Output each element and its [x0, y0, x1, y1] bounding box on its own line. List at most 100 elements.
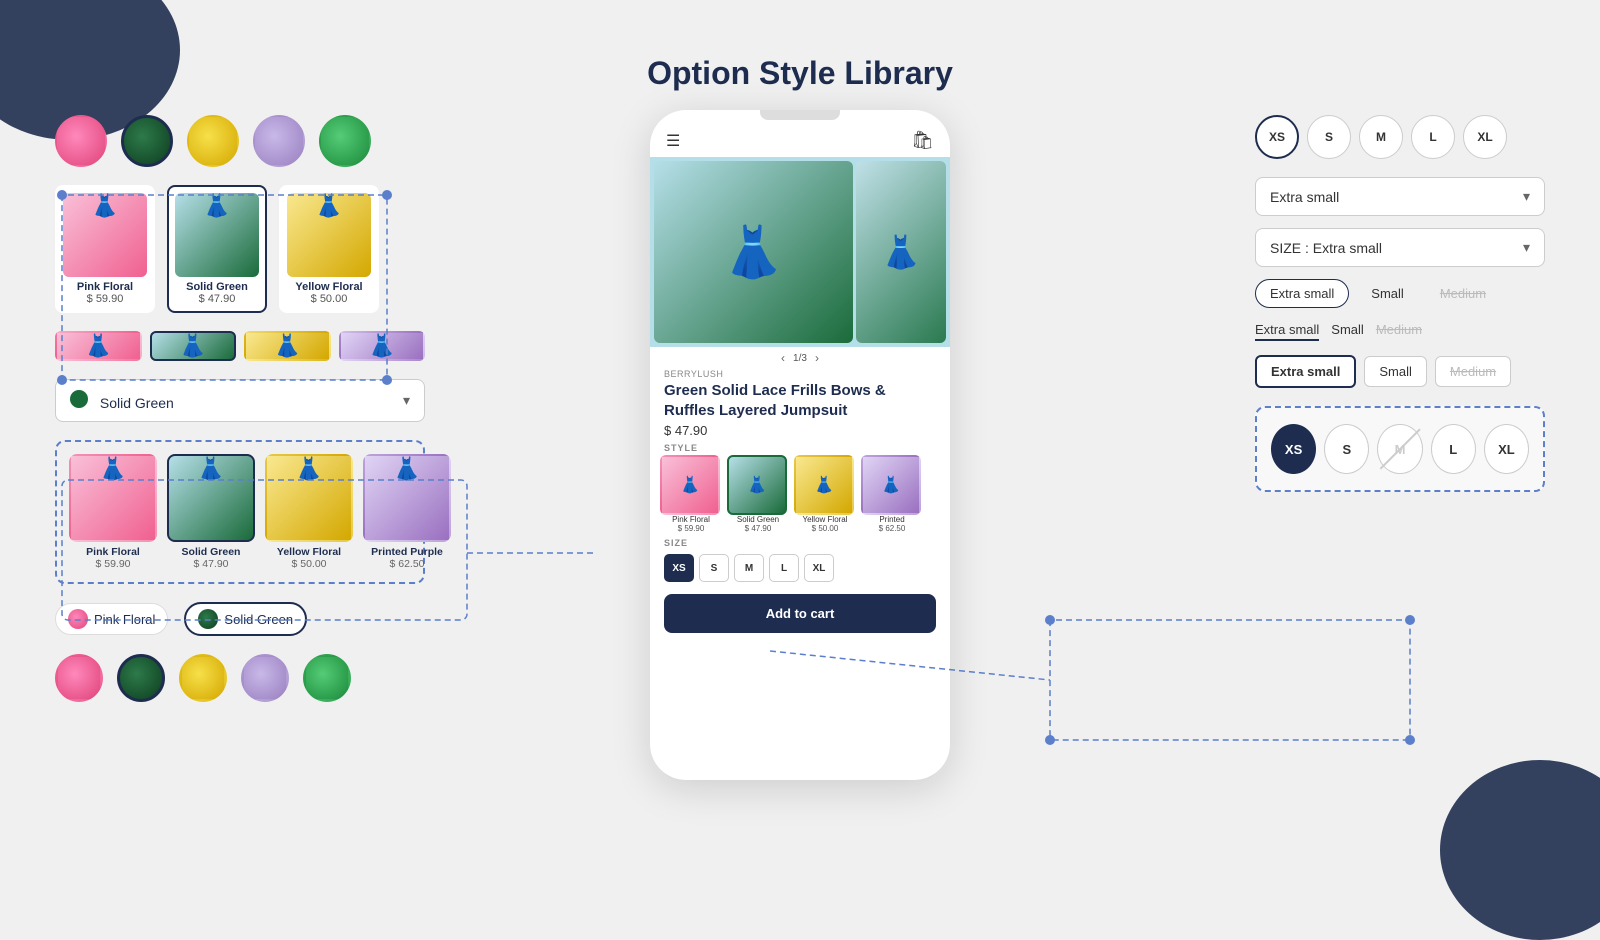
- size-box-row: Extra small Small Medium: [1255, 355, 1545, 388]
- product-card-pink[interactable]: 👗 Pink Floral $ 59.90: [55, 185, 155, 313]
- product-card-label-green: Solid Green: [175, 281, 259, 293]
- color-dot-pink[interactable]: [55, 115, 107, 167]
- left-panel: 👗 Pink Floral $ 59.90 👗 Solid Green $ 47…: [55, 115, 425, 702]
- style-card-price-yellow: $ 50.00: [265, 558, 353, 570]
- phone-pagination: ‹ 1/3 ›: [650, 347, 950, 367]
- bottom-dot-green[interactable]: [303, 654, 351, 702]
- hamburger-icon[interactable]: ☰: [666, 131, 680, 151]
- phone-style-img-green: 👗: [727, 455, 787, 515]
- size-dropdown-1[interactable]: Extra small ▾: [1255, 177, 1545, 216]
- size-text-row-1: Extra small Small Medium: [1255, 279, 1545, 308]
- add-to-cart-button[interactable]: Add to cart: [664, 594, 936, 633]
- phone-size-m[interactable]: M: [734, 554, 764, 582]
- big-circle-xs[interactable]: XS: [1271, 424, 1316, 474]
- color-dot-green[interactable]: [319, 115, 371, 167]
- dropdown-label: Solid Green: [100, 395, 174, 411]
- size-text-small-1[interactable]: Small: [1357, 280, 1418, 307]
- style-card-label-lavender: Printed Purple: [363, 546, 451, 558]
- right-dashed-box: XS S M L XL: [1255, 406, 1545, 492]
- product-card-img-green: 👗: [175, 193, 259, 277]
- big-circle-l[interactable]: L: [1431, 424, 1476, 474]
- phone-style-label: STYLE: [650, 438, 950, 455]
- bottom-dot-pink[interactable]: [55, 654, 103, 702]
- product-card-price-green: $ 47.90: [175, 293, 259, 305]
- dropdown-content: Solid Green: [70, 390, 174, 411]
- style-card-price-lavender: $ 62.50: [363, 558, 451, 570]
- dropdown-dot: [70, 390, 88, 408]
- size-box-small[interactable]: Small: [1364, 356, 1427, 387]
- size-circles-row: XS S M L XL: [1255, 115, 1545, 159]
- color-label-dot-green: [198, 609, 218, 629]
- cart-icon[interactable]: 🛍: [911, 130, 934, 151]
- style-card-label-pink: Pink Floral: [69, 546, 157, 558]
- color-dot-darkgreen[interactable]: [121, 115, 173, 167]
- style-card-pink[interactable]: 👗 Pink Floral $ 59.90: [69, 454, 157, 570]
- thumb-yellow[interactable]: 👗: [244, 331, 331, 361]
- chevron-down-icon-1: ▾: [1523, 188, 1530, 205]
- phone-size-s[interactable]: S: [699, 554, 729, 582]
- thumb-strip: 👗 👗 👗 👗: [55, 331, 425, 361]
- color-dot-lavender[interactable]: [253, 115, 305, 167]
- size-box-medium: Medium: [1435, 356, 1511, 387]
- phone-style-img-pink: 👗: [660, 455, 720, 515]
- bottom-dot-darkgreen[interactable]: [117, 654, 165, 702]
- chevron-down-icon: ▾: [403, 392, 410, 409]
- thumb-lavender[interactable]: 👗: [339, 331, 426, 361]
- style-card-green[interactable]: 👗 Solid Green $ 47.90: [167, 454, 255, 570]
- product-card-yellow[interactable]: 👗 Yellow Floral $ 50.00: [279, 185, 379, 313]
- next-arrow[interactable]: ›: [815, 351, 819, 365]
- phone-product-images: 👗 👗: [650, 157, 950, 347]
- size-underline-small[interactable]: Small: [1331, 322, 1364, 341]
- size-box-extrasmall[interactable]: Extra small: [1255, 355, 1356, 388]
- bottom-dot-yellow[interactable]: [179, 654, 227, 702]
- product-card-green[interactable]: 👗 Solid Green $ 47.90: [167, 185, 267, 313]
- phone-style-green[interactable]: 👗 Solid Green $ 47.90: [727, 455, 789, 533]
- big-circle-xl[interactable]: XL: [1484, 424, 1529, 474]
- phone-style-lavender[interactable]: 👗 Printed $ 62.50: [861, 455, 923, 533]
- phone-style-price-yellow: $ 50.00: [794, 524, 856, 533]
- phone-size-xl[interactable]: XL: [804, 554, 834, 582]
- size-text-extrasmall-1[interactable]: Extra small: [1255, 279, 1349, 308]
- phone-style-price-green: $ 47.90: [727, 524, 789, 533]
- style-card-yellow[interactable]: 👗 Yellow Floral $ 50.00: [265, 454, 353, 570]
- big-circle-row: XS S M L XL: [1271, 424, 1529, 474]
- style-card-lavender[interactable]: 👗 Printed Purple $ 62.50: [363, 454, 451, 570]
- style-cards-dashed-box: 👗 Pink Floral $ 59.90 👗 Solid Green $ 47…: [55, 440, 425, 584]
- phone-size-xs[interactable]: XS: [664, 554, 694, 582]
- size-underline-extrasmall[interactable]: Extra small: [1255, 322, 1319, 341]
- sz-circle-xl[interactable]: XL: [1463, 115, 1507, 159]
- color-label-pink[interactable]: Pink Floral: [55, 603, 168, 635]
- size-dropdown-1-label: Extra small: [1270, 189, 1339, 205]
- size-underline-medium: Medium: [1376, 322, 1422, 341]
- sz-circle-xs[interactable]: XS: [1255, 115, 1299, 159]
- sz-circle-m[interactable]: M: [1359, 115, 1403, 159]
- sz-circle-l[interactable]: L: [1411, 115, 1455, 159]
- sz-circle-s[interactable]: S: [1307, 115, 1351, 159]
- phone-size-l[interactable]: L: [769, 554, 799, 582]
- bottom-dot-lavender[interactable]: [241, 654, 289, 702]
- prev-arrow[interactable]: ‹: [781, 351, 785, 365]
- product-card-img-pink: 👗: [63, 193, 147, 277]
- page-title: Option Style Library: [647, 55, 953, 92]
- thumb-green[interactable]: 👗: [150, 331, 237, 361]
- color-dots-row-top: [55, 115, 425, 167]
- style-card-label-green: Solid Green: [167, 546, 255, 558]
- color-dot-yellow[interactable]: [187, 115, 239, 167]
- thumb-pink[interactable]: 👗: [55, 331, 142, 361]
- color-label-row: Pink Floral Solid Green: [55, 602, 425, 636]
- phone-brand: BERRYLUSH: [650, 367, 950, 379]
- style-dropdown[interactable]: Solid Green ▾: [55, 379, 425, 422]
- product-card-img-yellow: 👗: [287, 193, 371, 277]
- color-label-green[interactable]: Solid Green: [184, 602, 307, 636]
- size-dropdown-2[interactable]: SIZE : Extra small ▾: [1255, 228, 1545, 267]
- phone-style-pink[interactable]: 👗 Pink Floral $ 59.90: [660, 455, 722, 533]
- phone-style-strip: 👗 Pink Floral $ 59.90 👗 Solid Green $ 47…: [650, 455, 950, 533]
- chevron-down-icon-2: ▾: [1523, 239, 1530, 256]
- big-circle-m[interactable]: M: [1377, 424, 1422, 474]
- phone-size-buttons: XS S M L XL: [650, 550, 950, 586]
- phone-style-yellow[interactable]: 👗 Yellow Floral $ 50.00: [794, 455, 856, 533]
- big-circle-s[interactable]: S: [1324, 424, 1369, 474]
- phone-topbar: ☰ 🛍: [650, 124, 950, 157]
- phone-style-img-yellow: 👗: [794, 455, 854, 515]
- size-text-medium-1: Medium: [1426, 280, 1500, 307]
